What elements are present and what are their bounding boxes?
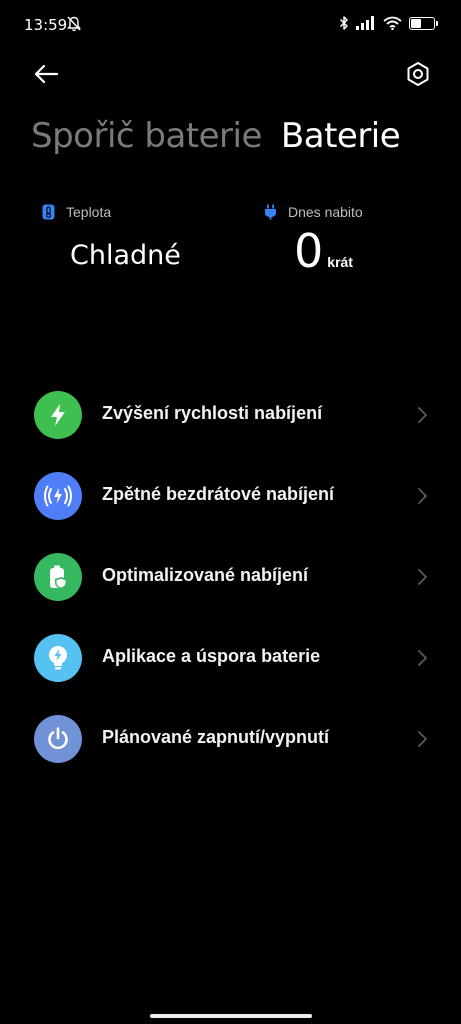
bluetooth-icon bbox=[339, 16, 348, 30]
chevron-right-icon bbox=[418, 731, 427, 747]
list-item-boost-charging[interactable]: Zvýšení rychlosti nabíjení bbox=[0, 374, 461, 455]
chevron-right-icon bbox=[418, 569, 427, 585]
signal-icon bbox=[356, 16, 374, 30]
status-time: 13:59 bbox=[24, 16, 68, 34]
list-item-label: Zvýšení rychlosti nabíjení bbox=[102, 403, 323, 423]
status-bar: 13:59 46 bbox=[0, 0, 461, 50]
battery-fill bbox=[411, 18, 421, 28]
back-button[interactable] bbox=[28, 56, 64, 92]
plug-icon bbox=[265, 204, 276, 220]
tab-bar: Spořič baterie Baterie bbox=[31, 114, 401, 158]
settings-button[interactable] bbox=[400, 56, 436, 92]
battery-tip bbox=[436, 20, 438, 26]
list-item-label: Zpětné bezdrátové nabíjení bbox=[102, 484, 335, 504]
gear-icon bbox=[407, 62, 429, 86]
list-item-reverse-wireless[interactable]: Zpětné bezdrátové nabíjení bbox=[0, 455, 461, 536]
home-indicator[interactable] bbox=[150, 1014, 312, 1018]
battery-level: 46 bbox=[421, 17, 432, 28]
menu-icon-circle bbox=[34, 634, 82, 682]
thermometer-icon bbox=[42, 204, 55, 220]
menu-icon-circle bbox=[34, 391, 82, 439]
chevron-right-icon bbox=[418, 407, 427, 423]
lightning-icon bbox=[51, 404, 65, 426]
list-item-optimized-charging[interactable]: Optimalizované nabíjení bbox=[0, 536, 461, 617]
arrow-left-icon bbox=[34, 64, 59, 84]
tab-battery-saver[interactable]: Spořič baterie bbox=[31, 114, 262, 158]
menu-icon-circle bbox=[34, 553, 82, 601]
list-item-label: Optimalizované nabíjení bbox=[102, 565, 309, 585]
list-item-scheduled-power[interactable]: Plánované zapnutí/vypnutí bbox=[0, 698, 461, 779]
battery-options-list: Zvýšení rychlosti nabíjení Zpětné bezdrá… bbox=[0, 374, 461, 779]
status-icons: 46 bbox=[339, 15, 438, 31]
power-icon bbox=[48, 727, 68, 750]
temperature-stat: Teplota Chladné bbox=[42, 204, 181, 271]
menu-icon-circle bbox=[34, 472, 82, 520]
tab-battery[interactable]: Baterie bbox=[281, 114, 401, 158]
battery-icon: 46 bbox=[409, 16, 438, 30]
charged-today-label: Dnes nabito bbox=[288, 204, 363, 220]
charged-today-stat: Dnes nabito 0 krát bbox=[264, 204, 363, 276]
charged-today-count: 0 bbox=[294, 224, 324, 278]
list-item-label: Aplikace a úspora baterie bbox=[102, 646, 321, 666]
charged-today-unit: krát bbox=[327, 254, 353, 270]
wifi-icon bbox=[383, 16, 402, 30]
chevron-right-icon bbox=[418, 650, 427, 666]
dnd-off-icon bbox=[67, 16, 81, 32]
charged-today-value-group: 0 krát bbox=[294, 226, 353, 276]
chevron-right-icon bbox=[418, 488, 427, 504]
temperature-value: Chladné bbox=[70, 240, 181, 271]
bulb-icon bbox=[49, 646, 67, 670]
temperature-label: Teplota bbox=[66, 204, 112, 220]
wireless-charging-icon bbox=[44, 485, 72, 507]
battery-shield-icon bbox=[50, 565, 67, 589]
list-item-apps-battery-saver[interactable]: Aplikace a úspora baterie bbox=[0, 617, 461, 698]
menu-icon-circle bbox=[34, 715, 82, 763]
list-item-label: Plánované zapnutí/vypnutí bbox=[102, 727, 330, 747]
